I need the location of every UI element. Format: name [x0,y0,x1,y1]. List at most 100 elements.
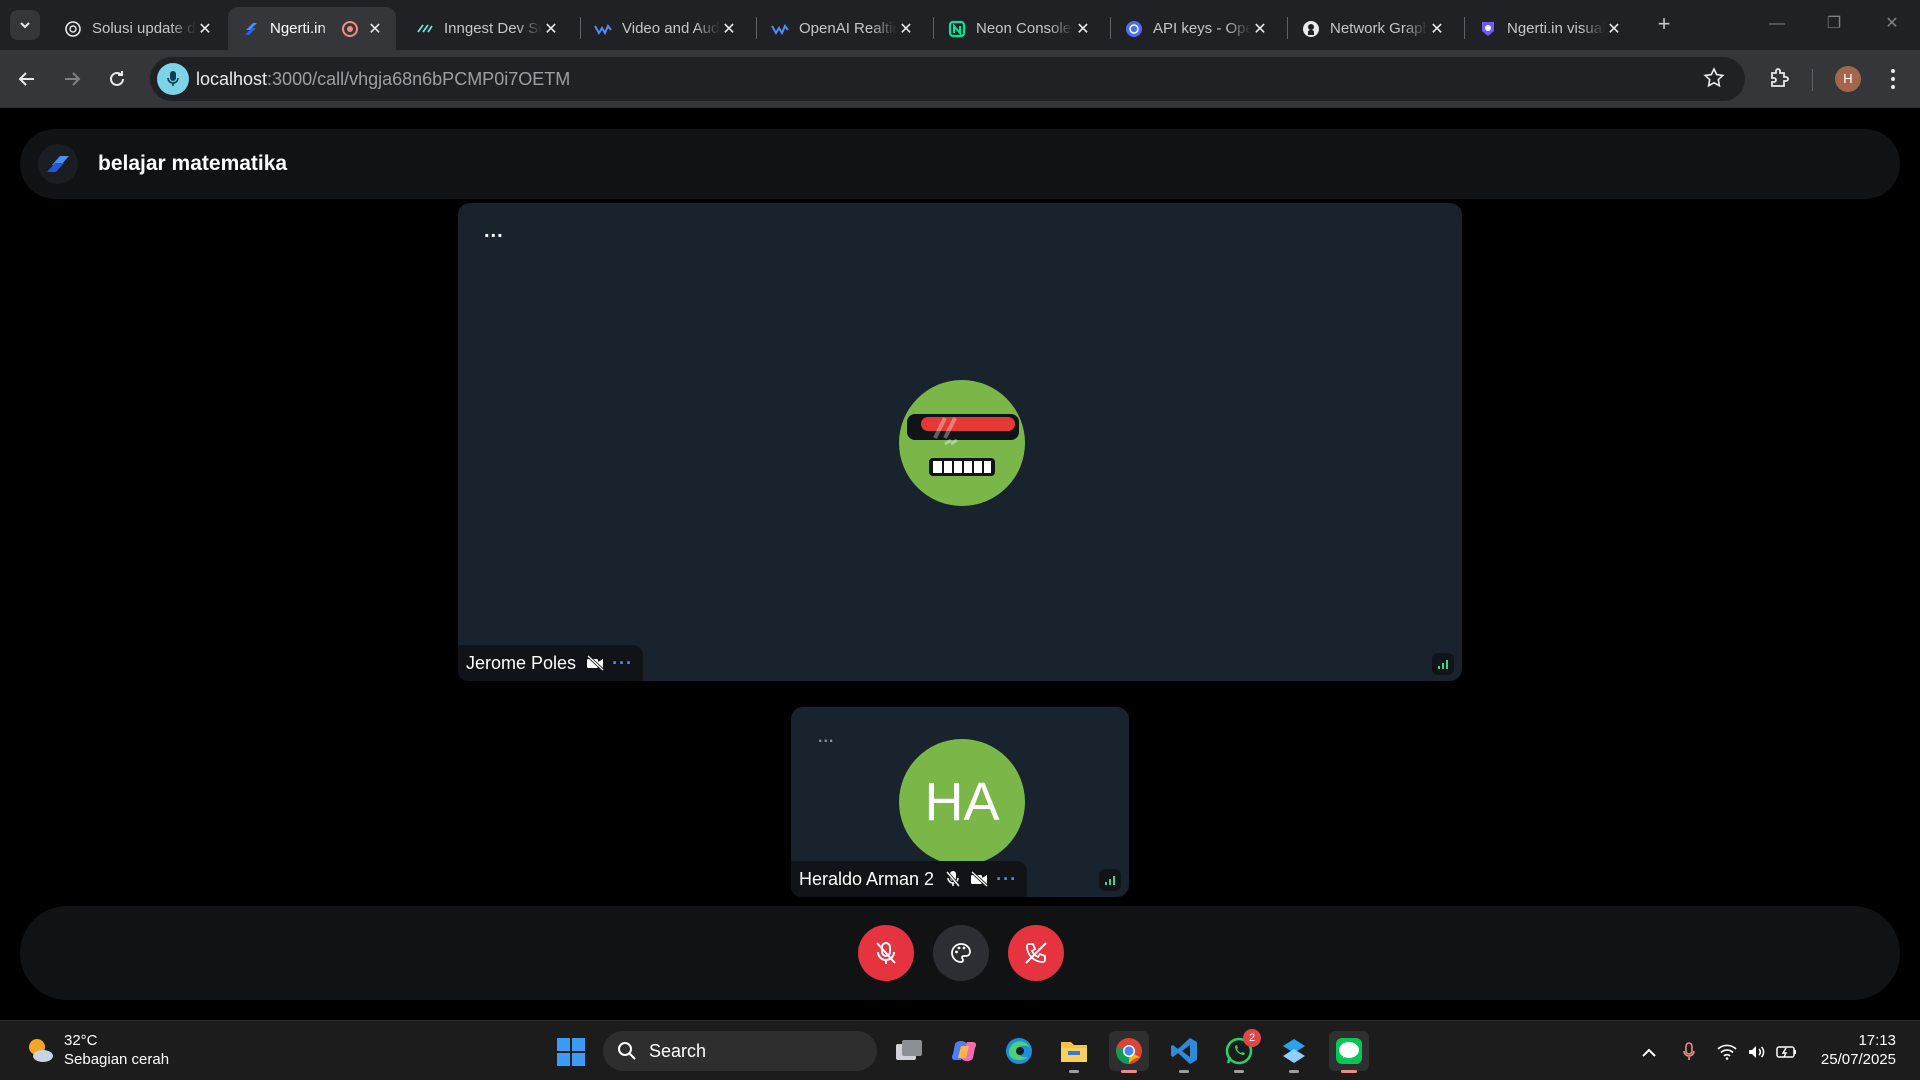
os-taskbar: 32°C Sebagian cerah Search 2 17:13 25/07… [0,1020,1920,1080]
tab-ngertiin[interactable]: Ngerti.in ✕ [228,7,396,50]
github-icon [1302,20,1320,38]
toolbar-separator [1812,69,1813,91]
close-icon[interactable]: ✕ [1605,20,1623,38]
participant-name: Heraldo Arman 2 [799,868,935,889]
tile-options-button[interactable]: ... [818,730,834,746]
running-indicator [1234,1070,1244,1073]
app-logo-icon[interactable] [38,144,78,184]
running-indicator [1069,1070,1079,1073]
initials-avatar: HA [899,739,1025,865]
close-icon[interactable]: ✕ [720,20,738,38]
browser-tab-strip: Solusi update database ✕ Ngerti.in ✕ Inn… [0,0,1920,50]
partly-sunny-icon [29,1039,53,1062]
chrome-icon[interactable] [1109,1031,1149,1073]
tab-inngest[interactable]: Inngest Dev Server ✕ [402,7,572,50]
weather-condition: Sebagian cerah [64,1051,170,1068]
app-launcher-icon[interactable] [1274,1031,1314,1073]
running-indicator [1289,1070,1299,1073]
whatsapp-icon[interactable]: 2 [1219,1029,1261,1073]
participant-tile-self: ... HA Heraldo Arman 2 ··· [791,707,1129,897]
inngest-icon [416,20,434,38]
camera-off-icon [586,654,605,672]
profile-avatar[interactable]: H [1835,66,1861,92]
tab-ngertiin-visual[interactable]: Ngerti.in visual ✕ [1465,7,1635,50]
search-icon [618,1042,636,1060]
tab-title: OpenAI Realtime [799,20,897,37]
forward-button[interactable] [59,66,85,92]
tab-title: API keys - OpenAI [1153,20,1251,37]
tab-title: Ngerti.in visual [1507,20,1605,37]
vscode-icon[interactable] [1164,1031,1204,1073]
volume-icon[interactable] [1746,1041,1768,1063]
minimize-icon[interactable]: — [1765,12,1789,36]
arrow-right-icon [65,72,81,86]
tab-api-keys[interactable]: API keys - OpenAI ✕ [1111,7,1281,50]
chatgpt-icon [64,20,82,38]
close-icon[interactable]: ✕ [366,20,384,38]
show-hidden-icons-chevron-icon[interactable] [1638,1041,1660,1063]
ngertiin-icon [242,20,260,38]
meeting-header: belajar matematika [20,129,1900,199]
leave-call-button[interactable] [1008,925,1064,981]
tab-openai-realtime[interactable]: OpenAI Realtime ✕ [757,7,927,50]
url-path: :3000/call/vhgja68n6bPCMP0i7OETM [267,69,571,89]
url-host: localhost [196,69,268,89]
weather-widget[interactable]: 32°C Sebagian cerah [24,1031,169,1069]
background-effects-button[interactable] [933,925,989,981]
clock-time: 17:13 [1858,1032,1896,1049]
notification-badge: 2 [1243,1029,1261,1047]
tile-options-button[interactable]: ... [484,221,504,241]
microphone-in-use-icon[interactable] [1678,1041,1700,1063]
participant-options-button[interactable]: ··· [612,654,633,672]
new-tab-button[interactable]: + [1652,12,1676,36]
tab-search-button[interactable] [10,10,40,40]
microphone-active-icon[interactable] [157,63,189,95]
back-button[interactable] [14,66,40,92]
tab-title: Ngerti.in [270,20,326,37]
camera-off-icon [970,870,989,888]
bookmark-star-icon[interactable] [1703,67,1727,91]
system-clock[interactable]: 17:13 25/07/2025 [1821,1031,1896,1069]
robot-avatar [899,380,1025,506]
tab-video-audio[interactable]: Video and Audio ✕ [580,7,750,50]
browser-menu-icon[interactable] [1882,66,1904,92]
reload-icon [110,71,124,86]
reload-button[interactable] [104,66,130,92]
participant-name: Jerome Poles [466,652,577,673]
ngertiin-shield-icon [1479,20,1497,38]
tab-title: Neon Console [976,20,1072,37]
file-explorer-icon[interactable] [1054,1031,1094,1073]
restore-icon[interactable]: ❐ [1822,12,1846,36]
recording-icon [342,20,358,37]
window-close-icon[interactable]: ✕ [1880,12,1904,36]
tab-neon-console[interactable]: Neon Console ✕ [934,7,1104,50]
taskbar-search[interactable]: Search [603,1031,877,1071]
tab-title: Network Graph [1330,20,1428,37]
tab-network-graph[interactable]: Network Graph ✕ [1288,7,1458,50]
stream-icon [771,20,789,38]
tab-solusi-update[interactable]: Solusi update database ✕ [50,7,226,50]
close-icon[interactable]: ✕ [196,20,214,38]
edge-browser-icon[interactable] [999,1031,1039,1071]
wifi-icon[interactable] [1716,1041,1738,1063]
windows-start-icon[interactable] [556,1037,586,1067]
connection-quality-icon [1099,869,1121,891]
toggle-microphone-button[interactable] [858,925,914,981]
tab-title: Inngest Dev Server [444,20,542,37]
weather-temperature: 32°C [64,1032,98,1049]
battery-icon[interactable] [1776,1041,1798,1063]
task-view-icon[interactable] [889,1031,929,1071]
palette-icon [951,943,971,963]
line-app-icon[interactable] [1329,1031,1369,1073]
copilot-icon[interactable] [944,1031,984,1071]
close-icon[interactable]: ✕ [542,20,560,38]
participant-options-button[interactable]: ··· [996,870,1017,888]
running-indicator [1121,1070,1137,1073]
close-icon[interactable]: ✕ [1074,20,1092,38]
close-icon[interactable]: ✕ [897,20,915,38]
close-icon[interactable]: ✕ [1428,20,1446,38]
close-icon[interactable]: ✕ [1251,20,1269,38]
address-bar[interactable]: localhost:3000/call/vhgja68n6bPCMP0i7OET… [150,57,1745,101]
neon-icon [948,20,966,38]
extensions-puzzle-icon[interactable] [1768,66,1794,92]
